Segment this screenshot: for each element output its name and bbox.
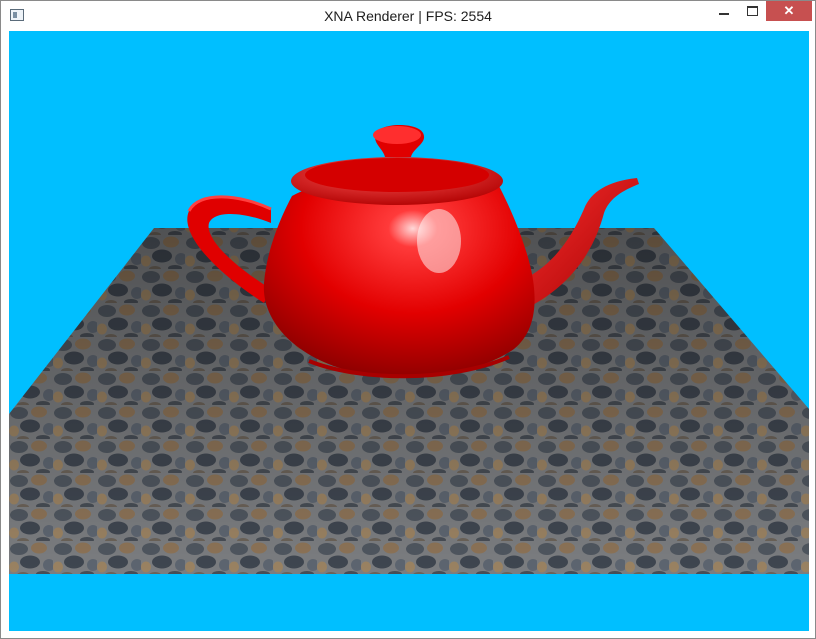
title-bar[interactable]: XNA Renderer | FPS: 2554 ✕ xyxy=(1,1,815,31)
close-icon: ✕ xyxy=(783,3,795,18)
window-title: XNA Renderer | FPS: 2554 xyxy=(324,8,492,24)
maximize-button[interactable] xyxy=(739,1,765,21)
minimize-icon xyxy=(719,13,729,15)
render-scene xyxy=(9,125,809,574)
app-window: XNA Renderer | FPS: 2554 ✕ xyxy=(0,0,816,639)
close-button[interactable]: ✕ xyxy=(766,1,812,21)
maximize-icon xyxy=(747,6,758,16)
minimize-button[interactable] xyxy=(711,1,737,21)
render-viewport[interactable] xyxy=(9,31,809,631)
